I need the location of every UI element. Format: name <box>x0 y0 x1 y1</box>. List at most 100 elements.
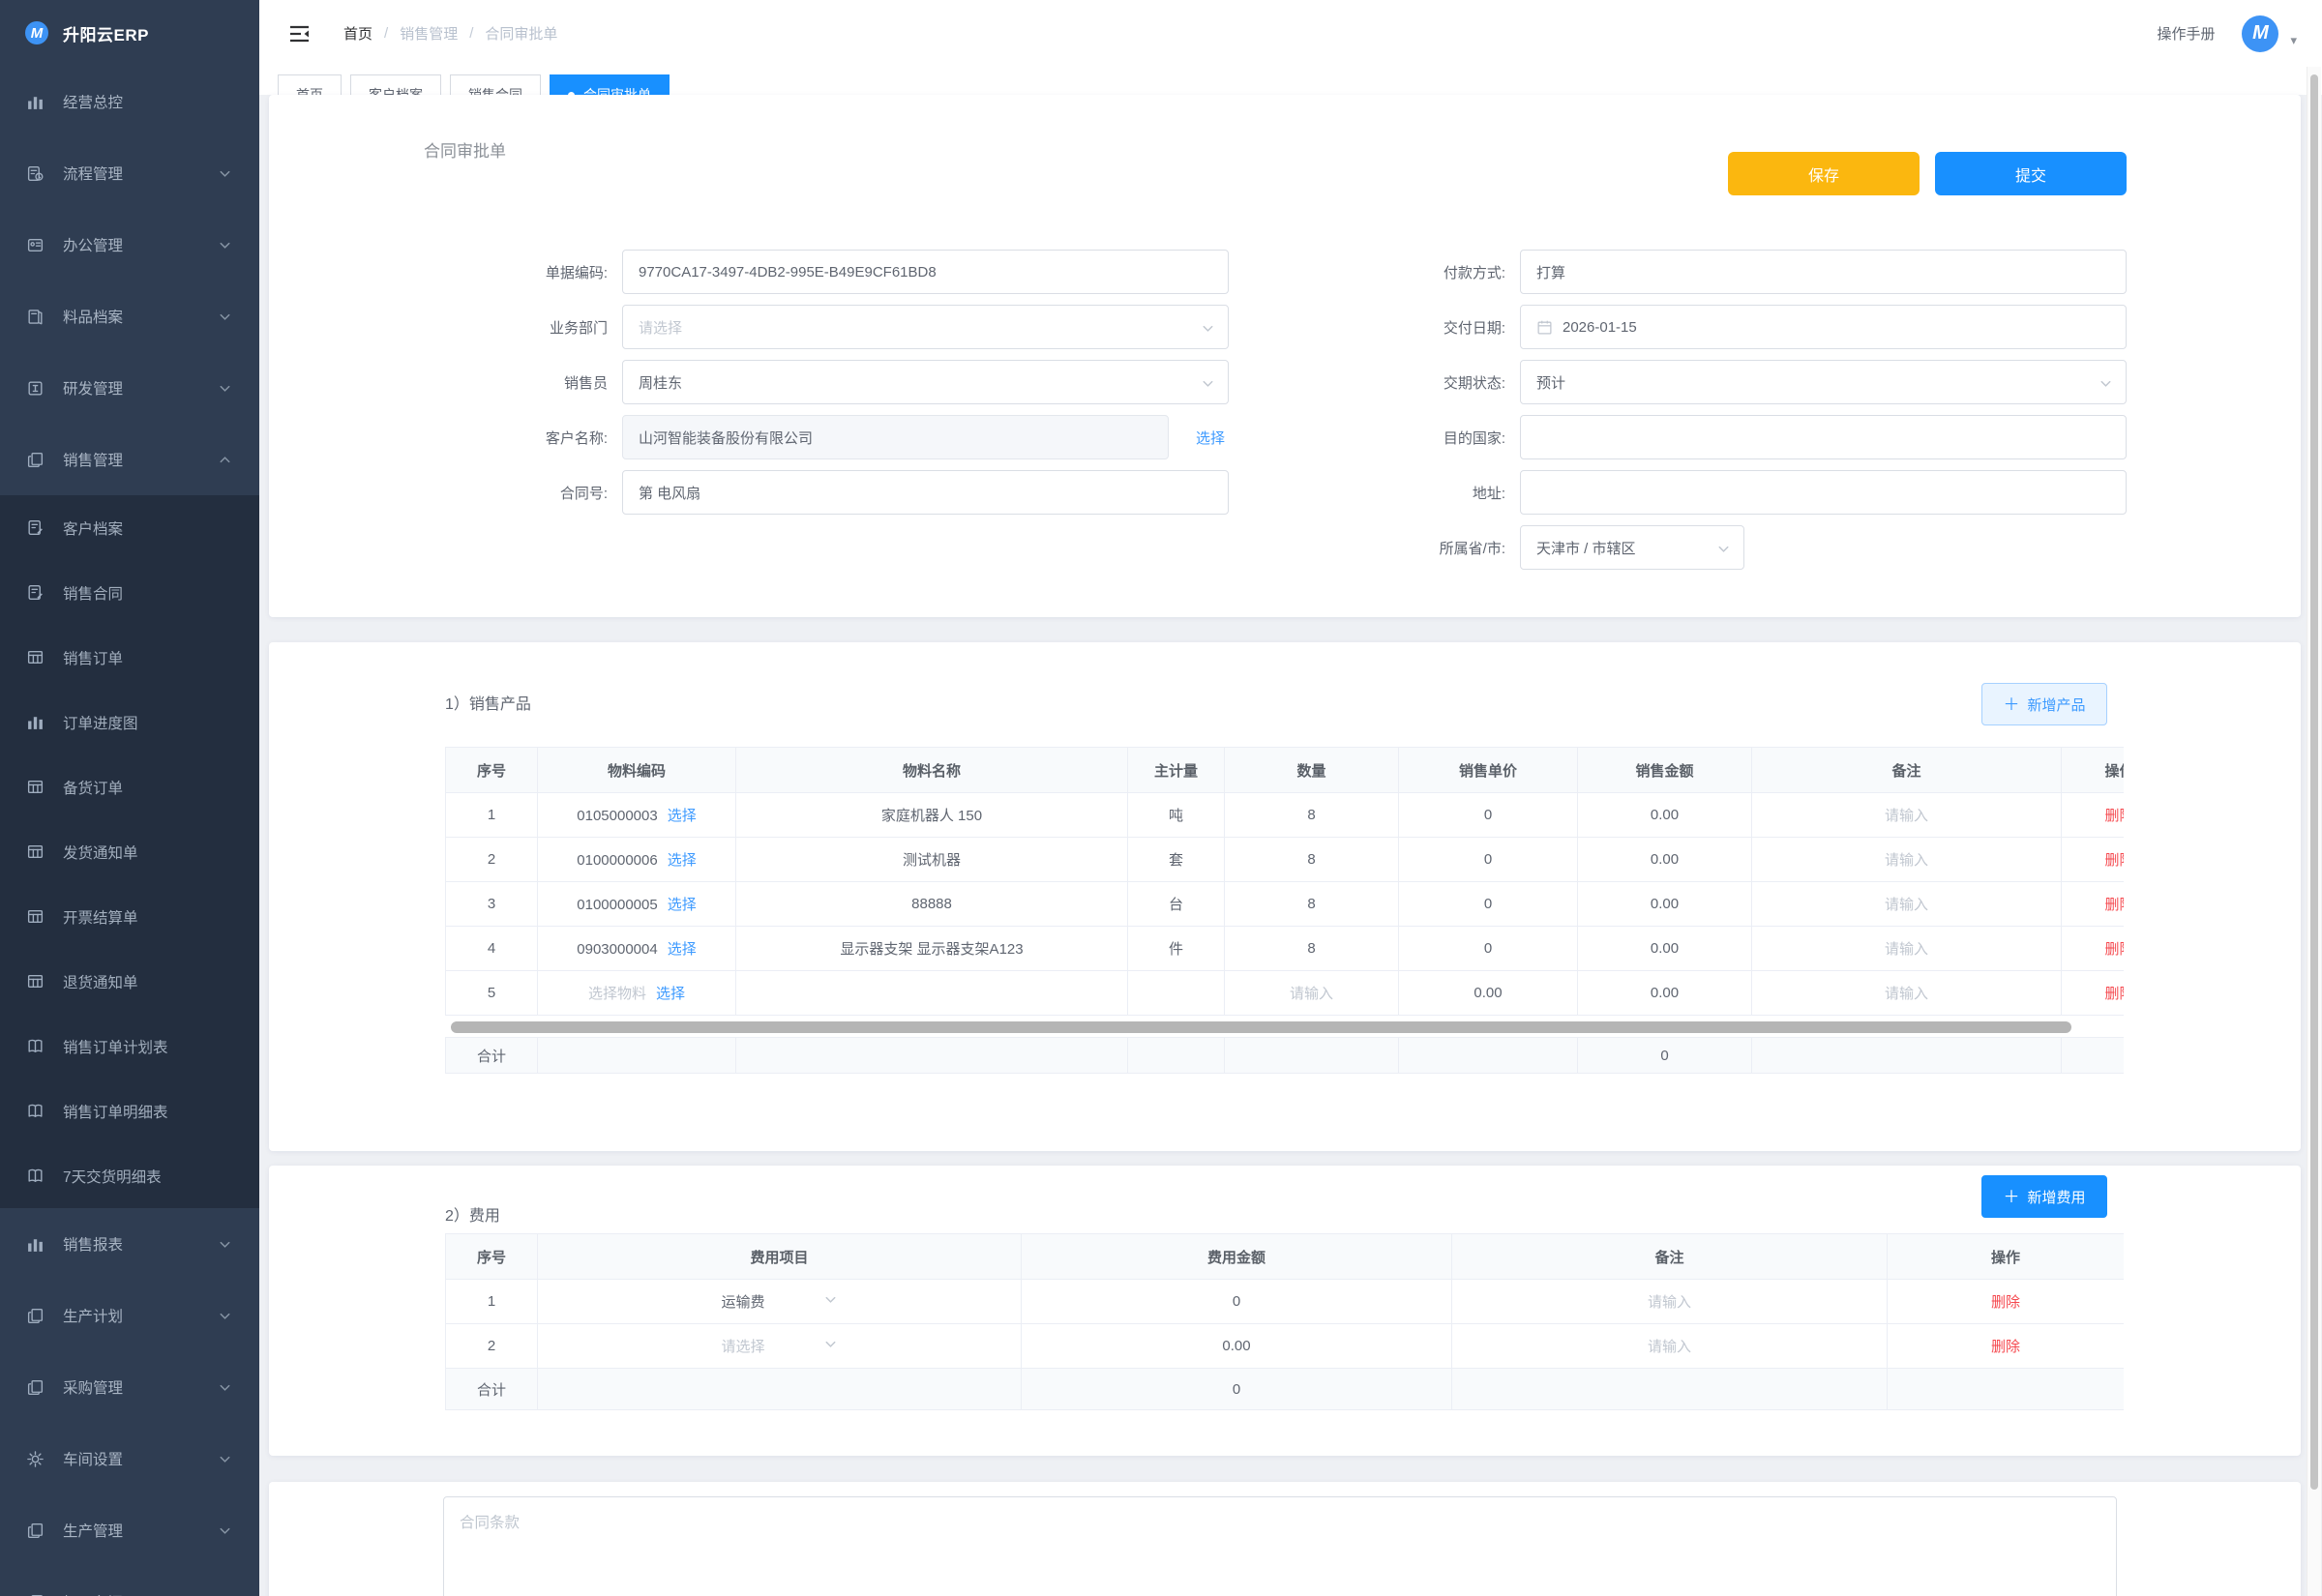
cell-qty[interactable]: 8 <box>1225 882 1399 927</box>
submit-button[interactable]: 提交 <box>1935 152 2127 195</box>
sidebar-item-生产计划[interactable]: 生产计划 <box>0 1280 259 1351</box>
cell-price[interactable]: 0 <box>1399 793 1578 838</box>
products-hscrollbar <box>449 1021 2120 1033</box>
cell-fee-amount[interactable]: 0 <box>1022 1280 1452 1324</box>
delete-link[interactable]: 删除 <box>2104 897 2124 913</box>
payment-method-field[interactable] <box>1520 250 2127 294</box>
cell-remark[interactable]: 请输入 <box>1752 971 2062 1016</box>
salesperson-select[interactable]: 周桂东 <box>622 360 1229 404</box>
sidebar-item-发货通知单[interactable]: 发货通知单 <box>0 819 259 884</box>
cell-price[interactable]: 0 <box>1399 882 1578 927</box>
products-hscrollbar-thumb[interactable] <box>451 1021 2071 1033</box>
user-avatar[interactable]: M <box>2242 15 2278 52</box>
products-total-row: 合计0 <box>446 1038 2125 1074</box>
sidebar-item-客户档案[interactable]: 客户档案 <box>0 495 259 560</box>
cell-fee-amount[interactable]: 0.00 <box>1022 1324 1452 1369</box>
delivery-status-select[interactable]: 预计 <box>1520 360 2127 404</box>
cell-fee-item[interactable]: 请选择 <box>538 1324 1022 1369</box>
tab-销售合同[interactable]: 销售合同 <box>450 74 541 95</box>
delivery-date-field[interactable]: 2026-01-15 <box>1520 305 2127 349</box>
cell-qty[interactable]: 8 <box>1225 838 1399 882</box>
cell-remark[interactable]: 请输入 <box>1752 927 2062 971</box>
fees-total-row: 合计0 <box>446 1369 2125 1410</box>
sidebar-item-车间设置[interactable]: 车间设置 <box>0 1423 259 1494</box>
choose-material-link[interactable]: 选择 <box>656 986 685 1002</box>
sidebar-item-退货通知单[interactable]: 退货通知单 <box>0 949 259 1014</box>
cell-price[interactable]: 0.00 <box>1399 971 1578 1016</box>
sidebar-item-研发管理[interactable]: 研发管理 <box>0 352 259 424</box>
cell-qty[interactable]: 8 <box>1225 927 1399 971</box>
pages-icon <box>25 1521 45 1540</box>
add-product-button[interactable]: ＋ 新增产品 <box>1981 683 2107 725</box>
choose-material-link[interactable]: 选择 <box>668 808 697 824</box>
sidebar-item-销售订单计划表[interactable]: 销售订单计划表 <box>0 1014 259 1079</box>
fees-card: 2）费用 ＋ 新增费用 序号费用项目费用金额备注操作1运输费0请输入删除2请选择… <box>269 1166 2301 1456</box>
address-field[interactable] <box>1520 470 2127 515</box>
cell-price[interactable]: 0 <box>1399 927 1578 971</box>
sidebar-item-流程管理[interactable]: 流程管理 <box>0 137 259 209</box>
delete-link[interactable]: 删除 <box>2104 808 2124 824</box>
contract-terms-textarea[interactable] <box>443 1496 2117 1596</box>
delivery-status-value: 预计 <box>1536 372 1565 393</box>
sidebar-item-销售订单明细表[interactable]: 销售订单明细表 <box>0 1079 259 1143</box>
cell-remark[interactable]: 请输入 <box>1752 838 2062 882</box>
sidebar-item-销售管理[interactable]: 销售管理 <box>0 424 259 495</box>
user-menu-caret-icon[interactable]: ▾ <box>2290 33 2297 48</box>
sidebar-item-7天交货明细表[interactable]: 7天交货明细表 <box>0 1143 259 1208</box>
delete-link[interactable]: 删除 <box>1991 1294 2020 1311</box>
add-fee-button[interactable]: ＋ 新增费用 <box>1981 1175 2107 1218</box>
delete-link[interactable]: 删除 <box>1991 1339 2020 1355</box>
province-city-label: 所属省/市: <box>1225 538 1520 558</box>
sidebar-item-备货订单[interactable]: 备货订单 <box>0 754 259 819</box>
tab-合同审批单[interactable]: 合同审批单 <box>550 74 670 95</box>
sidebar-item-加工车间[interactable]: 加工车间 <box>0 1566 259 1596</box>
sidebar-item-生产管理[interactable]: 生产管理 <box>0 1494 259 1566</box>
chevron-down-icon <box>1201 321 1215 340</box>
chevron-down-icon <box>1716 542 1731 560</box>
sidebar-item-销售订单[interactable]: 销售订单 <box>0 625 259 690</box>
breadcrumb-home[interactable]: 首页 <box>343 23 372 44</box>
tab-label: 首页 <box>296 75 323 95</box>
province-city-select[interactable]: 天津市 / 市辖区 <box>1520 525 1744 570</box>
delete-link[interactable]: 删除 <box>2104 941 2124 958</box>
contract-form-card: 合同审批单 保存 提交 单据编码:业务部门请选择销售员周桂东客户名称:山河智能装… <box>269 95 2301 617</box>
save-button[interactable]: 保存 <box>1728 152 1920 195</box>
cell-code: 0100000005选择 <box>538 882 736 927</box>
cell-price[interactable]: 0 <box>1399 838 1578 882</box>
customer-name-select-link[interactable]: 选择 <box>1196 428 1225 448</box>
window-vscrollbar-thumb[interactable] <box>2310 74 2318 1490</box>
sidebar-item-料品档案[interactable]: 料品档案 <box>0 281 259 352</box>
breadcrumb-sales[interactable]: 销售管理 <box>400 23 458 44</box>
business-dept-select[interactable]: 请选择 <box>622 305 1229 349</box>
sidebar-item-经营总控[interactable]: 经营总控 <box>0 66 259 137</box>
chevron-down-icon <box>218 166 232 181</box>
cell-remark[interactable]: 请输入 <box>1452 1324 1888 1369</box>
sidebar-item-销售合同[interactable]: 销售合同 <box>0 560 259 625</box>
tab-strip: 首页 客户档案销售合同合同审批单 <box>259 67 2322 95</box>
cell-remark[interactable]: 请输入 <box>1752 793 2062 838</box>
sidebar-item-开票结算单[interactable]: 开票结算单 <box>0 884 259 949</box>
delete-link[interactable]: 删除 <box>2104 852 2124 869</box>
cell-op: 删除 <box>1888 1280 2125 1324</box>
cell-fee-item[interactable]: 运输费 <box>538 1280 1022 1324</box>
cell-remark[interactable]: 请输入 <box>1452 1280 1888 1324</box>
contract-no-field[interactable] <box>622 470 1229 515</box>
sidebar-item-办公管理[interactable]: 办公管理 <box>0 209 259 281</box>
material-code: 0105000003 <box>577 808 657 824</box>
sidebar-item-订单进度图[interactable]: 订单进度图 <box>0 690 259 754</box>
collapse-sidebar-icon[interactable] <box>288 24 311 44</box>
doc-code-field[interactable] <box>622 250 1229 294</box>
tab-客户档案[interactable]: 客户档案 <box>350 74 441 95</box>
cell-qty[interactable]: 8 <box>1225 793 1399 838</box>
manual-link[interactable]: 操作手册 <box>2157 23 2215 44</box>
dest-country-field[interactable] <box>1520 415 2127 459</box>
delete-link[interactable]: 删除 <box>2104 986 2124 1002</box>
sidebar-item-销售报表[interactable]: 销售报表 <box>0 1208 259 1280</box>
choose-material-link[interactable]: 选择 <box>668 852 697 869</box>
tab-首页[interactable]: 首页 <box>278 74 342 95</box>
cell-remark[interactable]: 请输入 <box>1752 882 2062 927</box>
sidebar-item-采购管理[interactable]: 采购管理 <box>0 1351 259 1423</box>
cell-qty[interactable]: 请输入 <box>1225 971 1399 1016</box>
choose-material-link[interactable]: 选择 <box>668 897 697 913</box>
choose-material-link[interactable]: 选择 <box>668 941 697 958</box>
